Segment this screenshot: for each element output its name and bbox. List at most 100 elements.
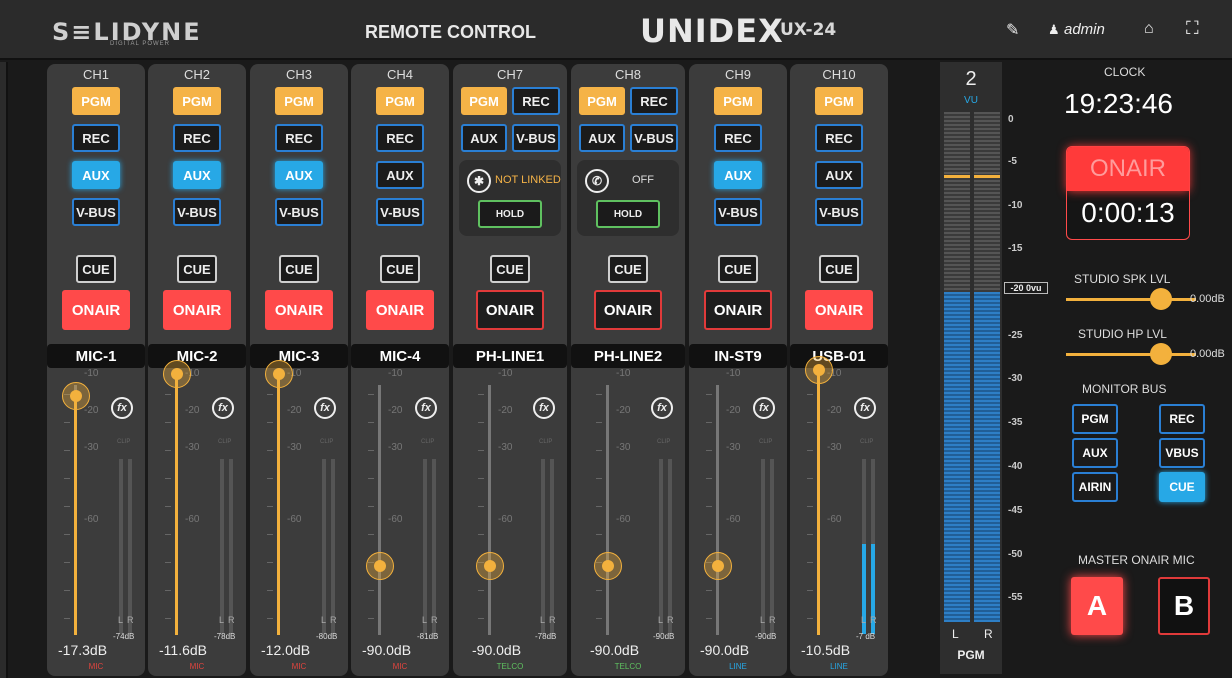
pgm-meter-panel: 2 VU L R PGM: [940, 62, 1002, 674]
onair-button[interactable]: ONAIR: [476, 290, 544, 330]
meter-left-label: L: [118, 615, 124, 625]
pgm-button[interactable]: PGM: [461, 87, 507, 115]
fader-tick: [596, 534, 602, 535]
vbus-button[interactable]: V-BUS: [275, 198, 323, 226]
hold-button[interactable]: HOLD: [596, 200, 660, 228]
cue-button[interactable]: CUE: [380, 255, 420, 283]
cue-button[interactable]: CUE: [490, 255, 530, 283]
vbus-button[interactable]: V-BUS: [376, 198, 424, 226]
onair-button[interactable]: ONAIR: [62, 290, 130, 330]
rec-button[interactable]: REC: [173, 124, 221, 152]
fader-knob[interactable]: [704, 552, 732, 580]
monitor-vbus-button[interactable]: VBUS: [1159, 438, 1205, 468]
fader-knob[interactable]: [594, 552, 622, 580]
vbus-button[interactable]: V-BUS: [714, 198, 762, 226]
rec-button[interactable]: REC: [275, 124, 323, 152]
fader-knob[interactable]: [163, 360, 191, 388]
clip-label: CLIP: [657, 439, 671, 445]
rec-button[interactable]: REC: [376, 124, 424, 152]
vbus-button[interactable]: V-BUS: [815, 198, 863, 226]
fx-button[interactable]: fx: [651, 397, 673, 419]
cue-button[interactable]: CUE: [608, 255, 648, 283]
cue-button[interactable]: CUE: [279, 255, 319, 283]
fader-track[interactable]: [488, 385, 491, 635]
monitor-cue-button[interactable]: CUE: [1159, 472, 1205, 502]
pgm-button[interactable]: PGM: [275, 87, 323, 115]
onair-button[interactable]: ONAIR: [163, 290, 231, 330]
rec-button[interactable]: REC: [630, 87, 678, 115]
vbus-button[interactable]: V-BUS: [72, 198, 120, 226]
channel-label: CH9: [724, 67, 751, 82]
studio-hp-slider-track[interactable]: [1066, 353, 1196, 356]
master-mic-b-button[interactable]: B: [1158, 577, 1210, 635]
studio-spk-slider-track[interactable]: [1066, 298, 1196, 301]
onair-indicator[interactable]: ONAIR: [1067, 147, 1189, 191]
pgm-button[interactable]: PGM: [173, 87, 221, 115]
pgm-button[interactable]: PGM: [579, 87, 625, 115]
hold-button[interactable]: HOLD: [478, 200, 542, 228]
unidex-brand: UNIDEX: [640, 12, 784, 50]
pgm-button[interactable]: PGM: [815, 87, 863, 115]
monitor-rec-button[interactable]: REC: [1159, 404, 1205, 434]
aux-button[interactable]: AUX: [173, 161, 221, 189]
cue-button[interactable]: CUE: [177, 255, 217, 283]
vbus-button[interactable]: V-BUS: [630, 124, 678, 152]
rec-button[interactable]: REC: [72, 124, 120, 152]
studio-spk-slider-knob[interactable]: [1150, 288, 1172, 310]
fx-button[interactable]: fx: [314, 397, 336, 419]
rec-button[interactable]: REC: [815, 124, 863, 152]
vbus-button[interactable]: V-BUS: [512, 124, 560, 152]
fx-button[interactable]: fx: [854, 397, 876, 419]
fx-button[interactable]: fx: [533, 397, 555, 419]
fader-scale-label: -60: [84, 514, 99, 525]
fader-knob[interactable]: [265, 360, 293, 388]
studio-hp-slider-knob[interactable]: [1150, 343, 1172, 365]
admin-user-link[interactable]: admin: [1064, 21, 1105, 38]
aux-button[interactable]: AUX: [72, 161, 120, 189]
aux-button[interactable]: AUX: [275, 161, 323, 189]
pgm-button[interactable]: PGM: [376, 87, 424, 115]
fx-button[interactable]: fx: [415, 397, 437, 419]
onair-button[interactable]: ONAIR: [805, 290, 873, 330]
pgm-button[interactable]: PGM: [714, 87, 762, 115]
channel-type: MIC: [291, 662, 307, 671]
aux-button[interactable]: AUX: [815, 161, 863, 189]
fader-tick: [478, 478, 484, 479]
fx-button[interactable]: fx: [753, 397, 775, 419]
monitor-pgm-button[interactable]: PGM: [1072, 404, 1118, 434]
fx-button[interactable]: fx: [212, 397, 234, 419]
clock-display: 19:23:46: [1064, 88, 1173, 119]
cue-button[interactable]: CUE: [718, 255, 758, 283]
master-mic-a-button[interactable]: A: [1071, 577, 1123, 635]
vbus-button[interactable]: V-BUS: [173, 198, 221, 226]
channel-meter-right: [871, 459, 875, 634]
onair-button[interactable]: ONAIR: [704, 290, 772, 330]
fader-track[interactable]: [716, 385, 719, 635]
aux-button[interactable]: AUX: [461, 124, 507, 152]
monitor-airin-button[interactable]: AIRIN: [1072, 472, 1118, 502]
fader-track[interactable]: [378, 385, 381, 635]
fader-knob[interactable]: [805, 356, 833, 384]
onair-button[interactable]: ONAIR: [594, 290, 662, 330]
pgm-button[interactable]: PGM: [72, 87, 120, 115]
onair-button[interactable]: ONAIR: [366, 290, 434, 330]
aux-button[interactable]: AUX: [579, 124, 625, 152]
fader-track[interactable]: [606, 385, 609, 635]
home-icon[interactable]: ⌂: [1144, 20, 1154, 38]
onair-button[interactable]: ONAIR: [265, 290, 333, 330]
pencil-icon[interactable]: ✎: [1006, 20, 1019, 40]
fullscreen-icon[interactable]: ⛶: [1186, 18, 1199, 39]
fx-button[interactable]: fx: [111, 397, 133, 419]
cue-button[interactable]: CUE: [76, 255, 116, 283]
cue-button[interactable]: CUE: [819, 255, 859, 283]
channel-type: MIC: [392, 662, 408, 671]
fader-knob[interactable]: [476, 552, 504, 580]
fader-knob[interactable]: [62, 382, 90, 410]
channel-label: CH2: [183, 67, 210, 82]
monitor-aux-button[interactable]: AUX: [1072, 438, 1118, 468]
aux-button[interactable]: AUX: [376, 161, 424, 189]
aux-button[interactable]: AUX: [714, 161, 762, 189]
fader-knob[interactable]: [366, 552, 394, 580]
rec-button[interactable]: REC: [714, 124, 762, 152]
rec-button[interactable]: REC: [512, 87, 560, 115]
